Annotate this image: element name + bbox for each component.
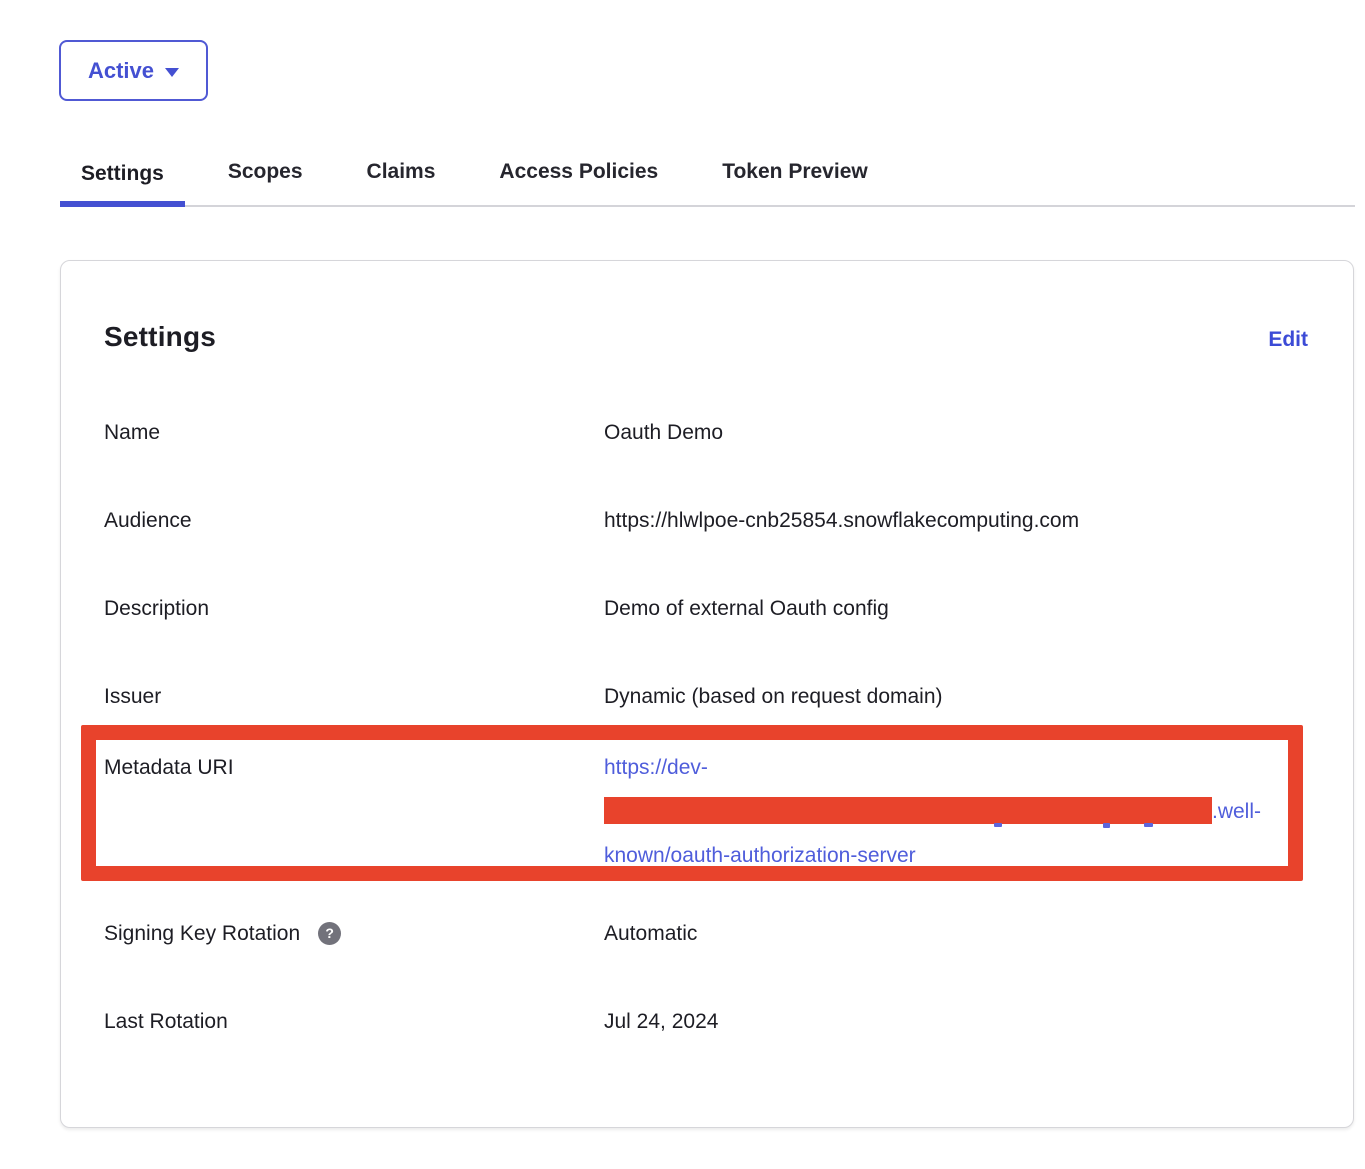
field-value: https://hlwlpoe-cnb25854.snowflakecomput…: [604, 507, 1079, 534]
field-label: Signing Key Rotation: [104, 920, 300, 947]
tab-settings[interactable]: Settings: [60, 162, 185, 207]
field-label: Issuer: [104, 683, 604, 710]
metadata-uri-line2: .well-: [604, 790, 1261, 834]
tab-label: Scopes: [228, 160, 303, 183]
status-dropdown-label: Active: [88, 58, 154, 84]
metadata-uri-line2-suffix: .well-: [1212, 800, 1261, 823]
metadata-uri-line1: https://dev-: [604, 746, 1261, 790]
redaction-speck: [1103, 823, 1110, 828]
tab-label: Settings: [81, 162, 164, 185]
field-value: Jul 24, 2024: [604, 1008, 718, 1035]
caret-down-icon: [165, 68, 179, 77]
field-value: Automatic: [604, 920, 697, 947]
redaction-speck: [1144, 823, 1153, 827]
tab-bar: Settings Scopes Claims Access Policies T…: [60, 160, 1355, 207]
status-dropdown-button[interactable]: Active: [59, 40, 208, 101]
tab-claims[interactable]: Claims: [346, 160, 457, 205]
field-value: Dynamic (based on request domain): [604, 683, 943, 710]
redaction-speck: [994, 823, 1002, 827]
tab-access-policies[interactable]: Access Policies: [478, 160, 679, 205]
redaction-bar: [604, 797, 1212, 824]
settings-fields: Name Oauth Demo Audience https://hlwlpoe…: [104, 419, 1310, 1035]
field-label: Name: [104, 419, 604, 446]
tab-scopes[interactable]: Scopes: [207, 160, 324, 205]
field-row-issuer: Issuer Dynamic (based on request domain): [104, 683, 1310, 710]
field-label: Audience: [104, 507, 604, 534]
card-title: Settings: [104, 321, 216, 353]
metadata-uri-link[interactable]: https://dev- .well- known/oauth-authoriz…: [604, 746, 1261, 878]
field-label: Description: [104, 595, 604, 622]
settings-card: Settings Edit Name Oauth Demo Audience h…: [60, 260, 1354, 1128]
edit-link[interactable]: Edit: [1268, 328, 1308, 352]
field-row-signing-key-rotation: Signing Key Rotation ? Automatic: [104, 920, 1310, 947]
field-row-audience: Audience https://hlwlpoe-cnb25854.snowfl…: [104, 507, 1310, 534]
card-header: Settings Edit: [104, 321, 1308, 353]
field-value: Demo of external Oauth config: [604, 595, 889, 622]
tab-label: Access Policies: [499, 160, 658, 183]
field-row-name: Name Oauth Demo: [104, 419, 1310, 446]
field-row-description: Description Demo of external Oauth confi…: [104, 595, 1310, 622]
tab-label: Token Preview: [722, 160, 868, 183]
redaction-wrapper: [604, 797, 1212, 824]
metadata-uri-line3: known/oauth-authorization-server: [604, 834, 1261, 878]
field-row-last-rotation: Last Rotation Jul 24, 2024: [104, 1008, 1310, 1035]
help-question-icon[interactable]: ?: [318, 922, 341, 945]
field-value: Oauth Demo: [604, 419, 723, 446]
field-label: Metadata URI: [104, 746, 604, 790]
field-label: Last Rotation: [104, 1008, 604, 1035]
field-row-metadata-uri: Metadata URI https://dev- .well- known/o…: [104, 746, 1310, 878]
tab-token-preview[interactable]: Token Preview: [701, 160, 889, 205]
tab-label: Claims: [367, 160, 436, 183]
